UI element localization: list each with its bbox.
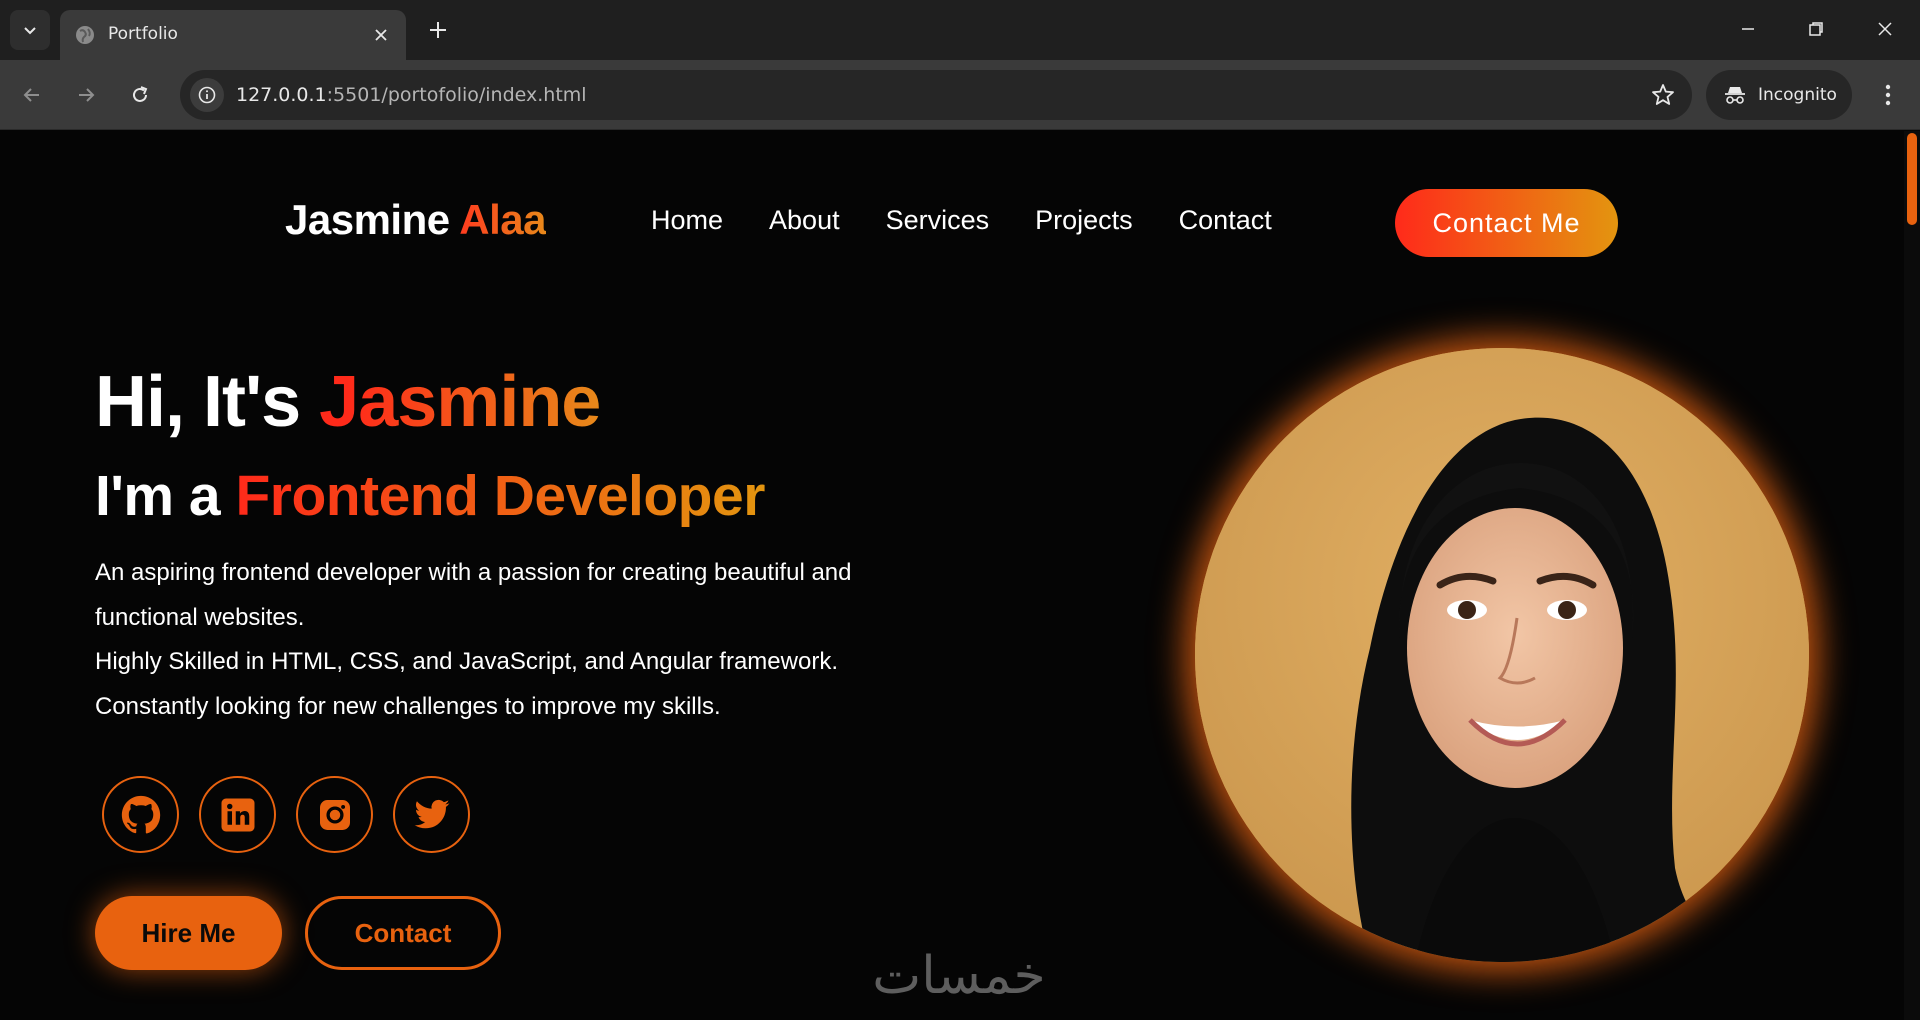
description-line: functional websites. xyxy=(95,603,305,631)
github-icon xyxy=(121,795,160,833)
browser-menu-button[interactable] xyxy=(1870,77,1906,113)
restore-icon xyxy=(1809,22,1823,36)
tab-close-button[interactable] xyxy=(368,22,394,48)
linkedin-link[interactable] xyxy=(199,776,276,853)
description-line: An aspiring frontend developer with a pa… xyxy=(95,559,852,586)
nav-services[interactable]: Services xyxy=(886,205,990,236)
nav-about[interactable]: About xyxy=(769,205,840,236)
hero-description: An aspiring frontend developer with a pa… xyxy=(95,551,1025,729)
new-tab-button[interactable] xyxy=(420,12,456,48)
more-vertical-icon xyxy=(1885,84,1891,106)
incognito-label: Incognito xyxy=(1758,85,1837,105)
logo-last: Alaa xyxy=(459,196,546,243)
restore-button[interactable] xyxy=(1793,10,1839,48)
watermark-text: خمسات xyxy=(872,946,1045,1006)
github-link[interactable] xyxy=(102,776,179,853)
minimize-button[interactable] xyxy=(1725,10,1771,48)
contact-me-button[interactable]: Contact Me xyxy=(1395,189,1618,257)
close-icon xyxy=(375,29,387,41)
browser-tab-bar: Portfolio xyxy=(0,0,1920,60)
tab-title: Portfolio xyxy=(108,24,178,44)
address-toolbar: 127.0.0.1:5501/portofolio/index.html Inc… xyxy=(0,60,1920,130)
plus-icon xyxy=(430,22,446,38)
site-logo[interactable]: Jasmine Alaa xyxy=(285,196,546,244)
site-info-button[interactable] xyxy=(190,78,224,112)
greeting-name: Jasmine xyxy=(319,362,601,442)
info-icon xyxy=(198,86,216,104)
forward-button[interactable] xyxy=(68,77,104,113)
close-icon xyxy=(1878,22,1892,36)
description-line: Highly Skilled in HTML, CSS, and JavaScr… xyxy=(95,648,838,675)
close-window-button[interactable] xyxy=(1862,10,1908,48)
social-links xyxy=(102,776,470,853)
twitter-link[interactable] xyxy=(393,776,470,853)
role-title: Frontend Developer xyxy=(235,464,765,528)
url-host: 127.0.0.1 xyxy=(236,84,327,106)
reload-icon xyxy=(133,86,148,102)
bookmark-star-icon[interactable] xyxy=(1650,82,1676,108)
khamsat-watermark: خمسات xyxy=(872,946,1045,1006)
main-nav: Home About Services Projects Contact xyxy=(651,205,1272,236)
hire-me-button[interactable]: Hire Me xyxy=(95,896,282,970)
nav-projects[interactable]: Projects xyxy=(1035,205,1133,236)
tab-search-button[interactable] xyxy=(10,10,50,50)
globe-icon xyxy=(76,26,94,44)
nav-contact[interactable]: Contact xyxy=(1179,205,1272,236)
hero-role: I'm a Frontend Developer xyxy=(95,463,765,529)
page-viewport: Jasmine Alaa Home About Services Project… xyxy=(0,131,1904,1020)
browser-tab[interactable]: Portfolio xyxy=(60,10,406,60)
description-line: Constantly looking for new challenges to… xyxy=(95,692,721,720)
incognito-indicator[interactable]: Incognito xyxy=(1706,70,1852,120)
address-bar[interactable]: 127.0.0.1:5501/portofolio/index.html xyxy=(180,70,1692,120)
instagram-icon xyxy=(319,799,350,830)
url-path: :5501/portofolio/index.html xyxy=(326,84,587,106)
hero-greeting: Hi, It's Jasmine xyxy=(95,361,601,443)
contact-button[interactable]: Contact xyxy=(305,896,501,970)
minimize-icon xyxy=(1742,28,1754,30)
arrow-left-icon xyxy=(23,88,39,102)
scrollbar-thumb[interactable] xyxy=(1907,133,1917,225)
chevron-down-icon xyxy=(24,27,36,35)
reload-button[interactable] xyxy=(122,77,158,113)
twitter-icon xyxy=(414,799,449,828)
linkedin-icon xyxy=(221,798,254,831)
back-button[interactable] xyxy=(14,77,50,113)
instagram-link[interactable] xyxy=(296,776,373,853)
role-prefix: I'm a xyxy=(95,464,221,528)
incognito-icon xyxy=(1725,87,1745,104)
url-text[interactable]: 127.0.0.1:5501/portofolio/index.html xyxy=(236,84,587,106)
profile-portrait xyxy=(1195,348,1809,962)
page-scrollbar[interactable] xyxy=(1904,131,1920,1020)
logo-first: Jasmine xyxy=(285,196,450,243)
arrow-right-icon xyxy=(79,88,95,102)
portrait-illustration xyxy=(1195,348,1809,962)
greeting-prefix: Hi, It's xyxy=(95,362,301,442)
nav-home[interactable]: Home xyxy=(651,205,723,236)
